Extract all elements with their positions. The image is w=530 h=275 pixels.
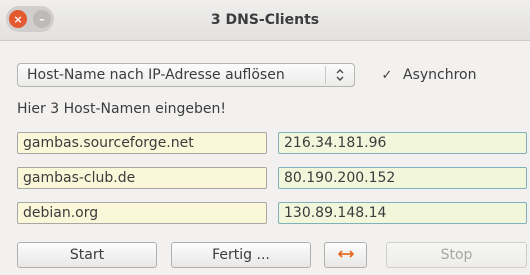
mode-select[interactable]: Host-Name nach IP-Adresse auflösen	[17, 63, 355, 87]
async-checkbox[interactable]: ✓	[380, 68, 394, 83]
chevron-up-down-icon	[325, 66, 354, 84]
start-button[interactable]: Start	[17, 242, 157, 268]
async-label: Asynchron	[403, 67, 477, 83]
swap-arrows-icon	[336, 247, 356, 263]
stop-button[interactable]: Stop	[386, 242, 527, 268]
host-field-3[interactable]: debian.org	[17, 202, 267, 224]
swap-button[interactable]	[324, 242, 367, 268]
async-option: ✓ Asynchron	[380, 63, 477, 87]
host-field-2[interactable]: gambas-club.de	[17, 167, 267, 189]
ip-field-2[interactable]: 80.190.200.152	[278, 167, 527, 189]
host-field-1[interactable]: gambas.sourceforge.net	[17, 132, 267, 154]
title-bar: × – 3 DNS-Clients	[0, 0, 530, 41]
ip-field-3[interactable]: 130.89.148.14	[278, 202, 527, 224]
dns-clients-window: × – 3 DNS-Clients Host-Name nach IP-Adre…	[0, 0, 530, 275]
ip-field-1[interactable]: 216.34.181.96	[278, 132, 527, 154]
hint-label: Hier 3 Host-Namen eingeben!	[17, 101, 227, 117]
window-title: 3 DNS-Clients	[210, 12, 320, 28]
mode-select-value: Host-Name nach IP-Adresse auflösen	[27, 67, 285, 83]
fertig-button[interactable]: Fertig ...	[171, 242, 311, 268]
